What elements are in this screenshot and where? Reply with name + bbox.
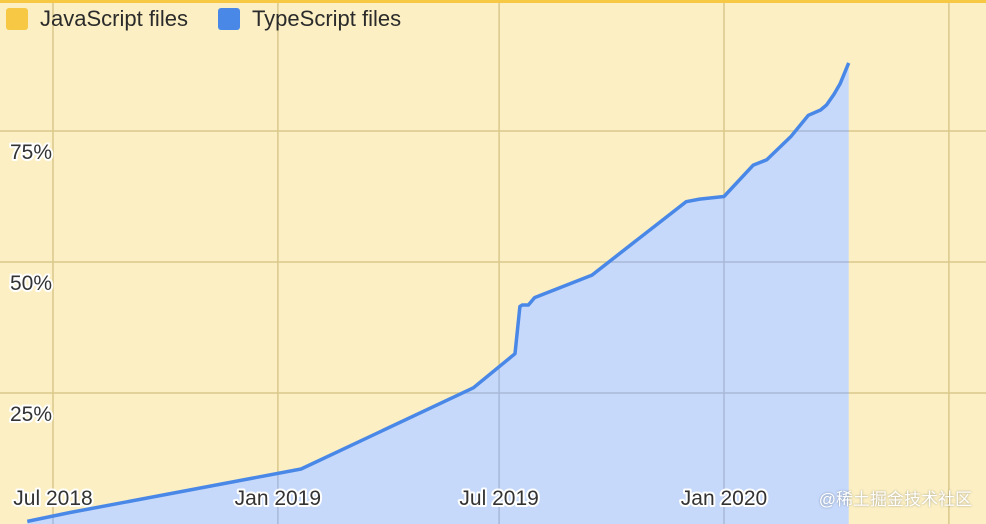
legend-label-typescript: TypeScript files bbox=[251, 6, 402, 31]
top-border bbox=[0, 0, 986, 3]
legend-swatch-javascript bbox=[6, 8, 28, 30]
legend-item-typescript[interactable]: TypeScript files bbox=[217, 6, 402, 32]
x-tick-label-0: Jul 2018 bbox=[13, 487, 92, 510]
y-tick-label-0: 25% bbox=[10, 403, 52, 426]
y-tick-label-2: 75% bbox=[10, 141, 52, 164]
x-tick-label-2: Jul 2019 bbox=[459, 487, 538, 510]
legend: JavaScript files TypeScript files bbox=[6, 6, 401, 32]
x-tick-label-1: Jan 2019 bbox=[235, 487, 321, 510]
watermark: @稀土掘金技术社区 bbox=[818, 490, 972, 509]
plot-area: 25% 50% 75% Jul 2018 Jan 2019 Jul 2019 Jan 202… bbox=[0, 0, 986, 524]
y-tick-label-1: 50% bbox=[10, 272, 52, 295]
legend-item-javascript[interactable]: JavaScript files bbox=[6, 6, 188, 32]
chart-root: JavaScript files TypeScript files 25% 50%… bbox=[0, 0, 986, 524]
legend-swatch-typescript bbox=[217, 8, 240, 30]
legend-label-javascript: JavaScript files bbox=[40, 6, 188, 31]
x-tick-label-3: Jan 2020 bbox=[681, 487, 767, 510]
